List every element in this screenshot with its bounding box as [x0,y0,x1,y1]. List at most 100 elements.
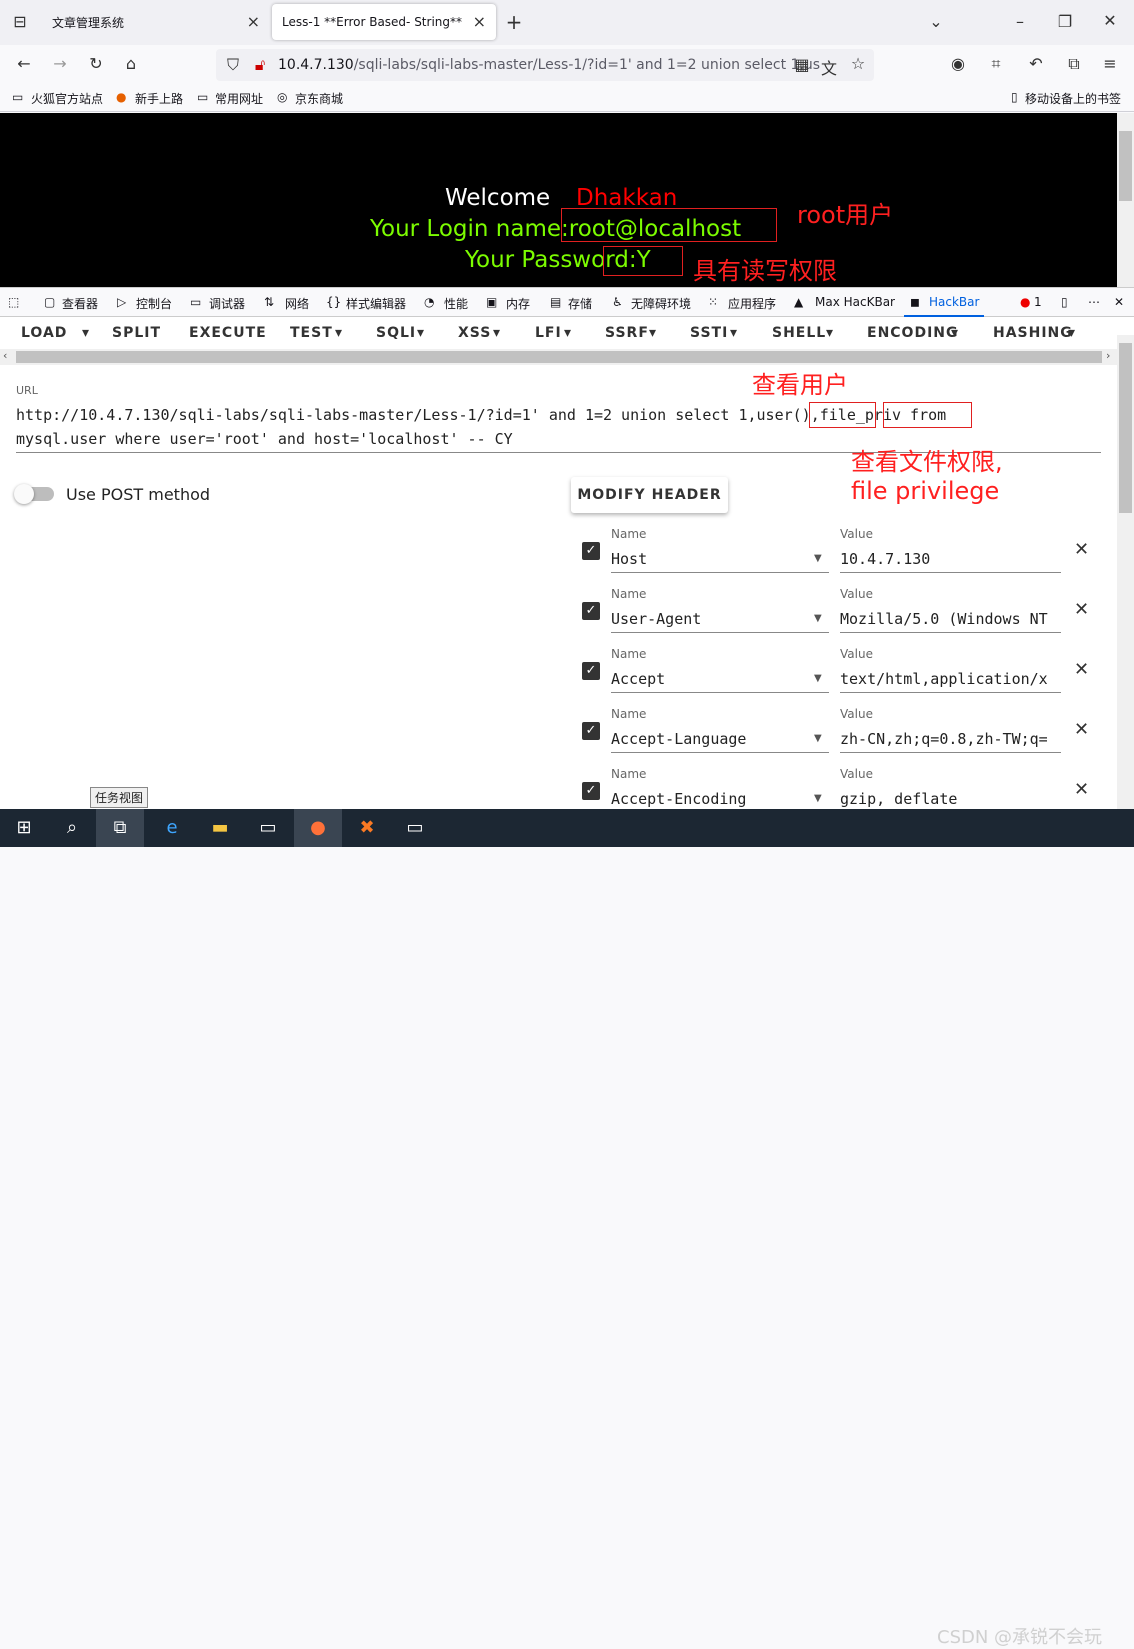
tab-less-1[interactable]: Less-1 **Error Based- String** × [272,4,496,40]
back-icon[interactable]: ← [14,54,34,73]
dropdown-arrow-icon[interactable]: ▼ [814,605,822,633]
scroll-right-icon[interactable]: › [1106,349,1110,362]
bookmark-star-icon[interactable]: ☆ [848,54,868,73]
header-name-field[interactable]: Accept-Encoding [611,785,829,809]
insecure-lock-icon[interactable]: 🔓︎ [250,55,270,75]
tab-debugger[interactable]: 调试器 [209,295,245,312]
account-icon[interactable]: ◉ [948,54,968,73]
shield-icon[interactable]: ⛉ [223,55,243,75]
close-devtools-icon[interactable]: ✕ [1114,295,1124,309]
remove-header-icon[interactable]: ✕ [1074,719,1089,740]
menu-shell[interactable]: SHELL [772,325,826,341]
bookmark-jd[interactable]: 京东商城 [295,90,343,107]
tab-list-icon[interactable]: ⊟ [10,12,30,31]
bookmark-firefox-site[interactable]: 火狐官方站点 [31,90,103,107]
extensions-icon[interactable]: ⧉ [1064,54,1084,74]
modify-header-button[interactable]: MODIFY HEADER [571,477,728,513]
terminal-icon[interactable]: ▭ [244,809,292,847]
tab-max-hackbar[interactable]: Max HacKBar [815,295,895,309]
dropdown-arrow-icon[interactable]: ▼ [814,725,822,753]
remove-header-icon[interactable]: ✕ [1074,659,1089,680]
chevron-down-icon[interactable]: ▾ [82,325,90,341]
tab-network[interactable]: 网络 [285,295,309,312]
tab-application[interactable]: 应用程序 [728,295,776,312]
menu-sqli[interactable]: SQLI [376,325,416,341]
close-window-icon[interactable]: ✕ [1100,11,1120,30]
header-value-field[interactable]: text/html,application/x [840,665,1061,693]
minimize-icon[interactable]: – [1010,12,1030,31]
header-checkbox[interactable]: ✓ [582,662,600,680]
dropdown-arrow-icon[interactable]: ▼ [814,545,822,573]
tab-performance[interactable]: 性能 [444,295,468,312]
header-name-field[interactable]: Host [611,545,829,573]
error-count[interactable]: 1 [1034,295,1042,309]
tab-inspector[interactable]: 查看器 [62,295,98,312]
header-value-field[interactable]: Mozilla/5.0 (Windows NT [840,605,1061,633]
forward-icon[interactable]: → [50,54,70,73]
crop-icon[interactable]: ⌗ [986,54,1006,74]
header-name-field[interactable]: User-Agent [611,605,829,633]
menu-lfi[interactable]: LFI [535,325,562,341]
tab-memory[interactable]: 内存 [506,295,530,312]
maximize-icon[interactable]: ❐ [1055,12,1075,31]
home-icon[interactable]: ⌂ [121,54,141,73]
menu-execute[interactable]: EXECUTE [189,325,267,341]
more-options-icon[interactable]: ⋯ [1088,295,1100,309]
header-checkbox[interactable]: ✓ [582,722,600,740]
remove-header-icon[interactable]: ✕ [1074,779,1089,800]
remove-header-icon[interactable]: ✕ [1074,539,1089,560]
menu-split[interactable]: SPLIT [112,325,161,341]
header-value-field[interactable]: 10.4.7.130 [840,545,1061,573]
translate-icon[interactable]: 文 [819,55,839,79]
close-tab-icon[interactable]: × [247,12,260,31]
horizontal-scrollbar[interactable]: ‹ › [0,349,1117,365]
dropdown-arrow-icon[interactable]: ▼ [814,665,822,693]
new-tab-icon[interactable]: + [504,10,524,34]
header-checkbox[interactable]: ✓ [582,602,600,620]
menu-test[interactable]: TEST [290,325,333,341]
task-view-icon[interactable]: ⧉ [96,809,144,847]
tab-storage[interactable]: 存储 [568,295,592,312]
chevron-down-icon[interactable]: ⌄ [926,12,946,31]
menu-ssti[interactable]: SSTI [690,325,728,341]
tab-style-editor[interactable]: 样式编辑器 [346,295,406,312]
menu-xss[interactable]: XSS [458,325,491,341]
menu-icon[interactable]: ≡ [1100,54,1120,73]
undo-icon[interactable]: ↶ [1026,54,1046,73]
tab-article-system[interactable]: 文章管理系统 × [42,4,270,40]
remove-header-icon[interactable]: ✕ [1074,599,1089,620]
reload-icon[interactable]: ↻ [86,54,106,73]
hackbar-scrollbar[interactable] [1117,335,1134,809]
mobile-bookmarks[interactable]: 移动设备上的书签 [1025,90,1121,107]
menu-hashing[interactable]: HASHING [993,325,1073,341]
pick-element-icon[interactable]: ⬚ [8,295,19,309]
terminal-icon[interactable]: ▭ [391,809,439,847]
close-tab-icon[interactable]: × [473,12,486,31]
ie-icon[interactable]: e [148,809,196,847]
header-checkbox[interactable]: ✓ [582,542,600,560]
bookmark-common-sites[interactable]: 常用网址 [215,90,263,107]
url-bar[interactable]: 10.4.7.130/sqli-labs/sqli-labs-master/Le… [216,49,874,81]
header-name-field[interactable]: Accept [611,665,829,693]
menu-load[interactable]: LOAD [21,325,67,341]
tab-accessibility[interactable]: 无障碍环境 [631,295,691,312]
menu-ssrf[interactable]: SSRF [605,325,649,341]
file-explorer-icon[interactable]: ▬ [196,809,244,847]
header-name-field[interactable]: Accept-Language [611,725,829,753]
tab-console[interactable]: 控制台 [136,295,172,312]
scroll-left-icon[interactable]: ‹ [3,349,7,362]
menu-encoding[interactable]: ENCODING [867,325,959,341]
post-method-toggle[interactable] [14,484,54,504]
firefox-taskbar-icon[interactable]: ● [294,809,342,847]
header-value-field[interactable]: gzip, deflate [840,785,1061,809]
header-checkbox[interactable]: ✓ [582,782,600,800]
page-scrollbar[interactable] [1117,113,1134,287]
search-icon[interactable]: ⌕ [48,809,96,847]
dock-icon[interactable]: ▯ [1061,295,1068,309]
dropdown-arrow-icon[interactable]: ▼ [814,785,822,809]
qr-code-icon[interactable]: ▦ [792,55,812,74]
windows-start-icon[interactable]: ⊞ [0,809,48,847]
bookmark-getting-started[interactable]: 新手上路 [135,90,183,107]
tab-hackbar[interactable]: HackBar [929,295,979,309]
xampp-icon[interactable]: ✖ [343,809,391,847]
